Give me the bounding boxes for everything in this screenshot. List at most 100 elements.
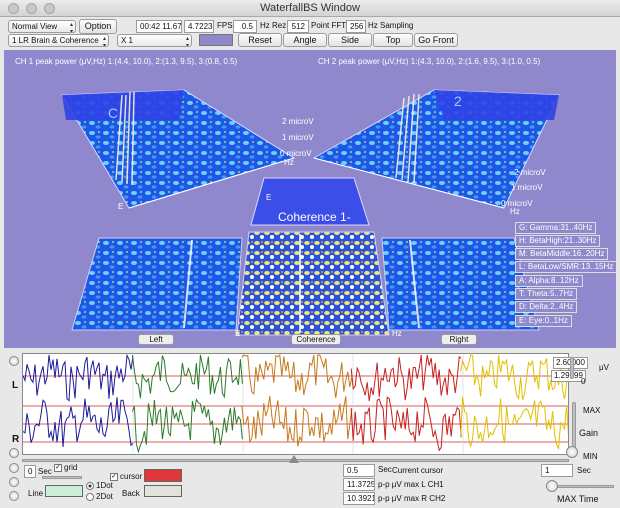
ch1-marker: C	[108, 105, 118, 121]
montage-mode-select[interactable]: 1 LR Brain & Coherence	[8, 34, 109, 47]
band-theta: T: Theta:5..7Hz	[515, 288, 578, 300]
left-scale-2: 2 microV	[282, 117, 314, 126]
gain-slider-knob[interactable]	[566, 446, 578, 458]
eeg-trace-ch1-seg2	[131, 354, 243, 399]
gain-max-label: MAX	[583, 406, 601, 415]
eeg-trace-ch1-seg4	[350, 354, 462, 402]
left-row-knob-2[interactable]	[9, 477, 19, 487]
radio-1dot-icon[interactable]	[86, 481, 94, 490]
fft-label: Point FFT	[311, 21, 347, 30]
window-title: WaterfallBS Window	[260, 2, 360, 14]
ch2-marker: 2	[454, 93, 462, 109]
left-lower-knob[interactable]	[9, 448, 19, 458]
band-beta-low: L: BetaLow/SMR:13..15Hz	[515, 261, 616, 273]
scale-unit: μV	[599, 363, 609, 372]
sampling-label: Hz Sampling	[368, 21, 414, 30]
window-titlebar: WaterfallBS Window	[0, 0, 620, 17]
pp-right-value: 10.3921	[343, 492, 375, 505]
eeg-trace-ch2-seg1	[23, 397, 134, 448]
hz-label-right: Hz	[510, 207, 520, 216]
pp-left-value: 11.3725	[343, 478, 375, 491]
fps-value: 4.72233	[184, 20, 214, 33]
zoom-window-icon[interactable]	[44, 3, 55, 14]
right-panel-label: Right	[441, 334, 477, 345]
minimize-window-icon[interactable]	[26, 3, 37, 14]
band-alpha: A: Alpha:8..12Hz	[515, 275, 583, 287]
fft-points-input[interactable]: 512	[287, 20, 309, 33]
eeg-trace-ch2-seg2	[131, 398, 243, 454]
ch2-peak-title: CH 2 peak power (μV,Hz) 1:(4.3, 10.0), 2…	[318, 57, 541, 66]
band-beta-high: H: BetaHigh:21..30Hz	[515, 235, 601, 247]
cursor-time-input[interactable]: 0.5	[343, 464, 375, 477]
e-marker-left: E	[118, 202, 124, 211]
top-button[interactable]: Top	[373, 33, 413, 47]
view-mode-select[interactable]: Normal View	[8, 20, 76, 33]
line-label: Line	[28, 489, 44, 498]
back-label: Back	[122, 489, 140, 498]
pp-right-label: p-p μV max R CH2	[378, 494, 446, 503]
radio-1dot[interactable]: 1Dot	[86, 481, 113, 491]
scale-slider[interactable]	[570, 357, 574, 379]
band-beta-middle: M: BetaMiddle:16..20Hz	[515, 248, 609, 260]
coherence-title: Coherence 1-	[278, 210, 351, 224]
left-row-knob-1[interactable]	[9, 463, 19, 473]
back-color-swatch[interactable]	[144, 485, 182, 497]
wave-label-right: R	[12, 434, 20, 445]
cursor-sec-label: Sec	[378, 465, 392, 474]
hz-label-coherence: Hz	[392, 329, 402, 338]
band-delta: D: Delta:2..4Hz	[515, 301, 578, 313]
left-scale-1: 1 microV	[282, 133, 314, 142]
hz-rez-label: Hz Rez	[260, 21, 287, 30]
pp-left-label: p-p μV max L CH1	[378, 480, 444, 489]
close-window-icon[interactable]	[8, 3, 19, 14]
angle-button[interactable]: Angle	[283, 33, 327, 47]
current-cursor-label: Current cursor	[392, 466, 444, 475]
cursor-color-swatch[interactable]	[144, 469, 182, 482]
coherence-panel-label: Coherence	[291, 334, 341, 345]
go-front-button[interactable]: Go Front	[414, 33, 458, 47]
eeg-trace-ch2-seg5	[460, 396, 568, 451]
reset-button[interactable]: Reset	[238, 33, 282, 47]
radio-2dot[interactable]: 2Dot	[86, 492, 113, 502]
e-marker-right: E	[266, 193, 272, 202]
option-button[interactable]: Option	[79, 19, 117, 34]
time-readout: 00:42 11.679	[136, 20, 182, 33]
dot2-label: 2Dot	[96, 492, 113, 501]
dot1-label: 1Dot	[96, 481, 113, 490]
coherence-floor-panel	[236, 231, 390, 336]
grid-slider[interactable]	[42, 476, 82, 479]
eeg-trace-ch1-seg3	[241, 354, 353, 399]
eeg-trace-ch1-seg1	[23, 354, 134, 402]
left-floor-panel	[71, 237, 243, 331]
gain-label: Gain	[579, 428, 599, 438]
right-scale-1: 1 microV	[511, 183, 543, 192]
band-gamma: G: Gamma:31..40Hz	[515, 222, 597, 234]
waveform-panel[interactable]	[22, 353, 569, 455]
radio-2dot-icon[interactable]	[86, 492, 94, 501]
cursor-checkbox[interactable]: ✓ cursor	[110, 472, 142, 482]
left-row-knob-3[interactable]	[9, 491, 19, 501]
cursor-check-icon[interactable]: ✓	[110, 472, 118, 481]
hz-rez-input[interactable]: 0.5	[233, 20, 257, 33]
right-scale-2: 2 microV	[514, 168, 546, 177]
gain-min-label: MIN	[583, 452, 598, 461]
cursor-label: cursor	[120, 472, 143, 481]
grid-check-icon[interactable]: ✓	[54, 463, 62, 472]
ch1-peak-title: CH 1 peak power (μV,Hz) 1:(4.4, 10.0), 2…	[15, 57, 238, 66]
line-color-swatch[interactable]	[45, 485, 83, 497]
e-marker-coherence: E	[235, 329, 241, 338]
side-button[interactable]: Side	[328, 33, 372, 47]
max-time-sec-label: Sec	[577, 466, 591, 475]
sec-input[interactable]: 0	[24, 465, 36, 478]
eeg-trace-ch2-seg3	[241, 396, 353, 447]
background-color-swatch[interactable]	[199, 34, 233, 46]
grid-checkbox[interactable]: ✓ grid	[54, 463, 77, 473]
waveform-canvas	[23, 354, 568, 454]
time-cursor-handle[interactable]	[289, 455, 299, 463]
max-time-slider-knob[interactable]	[546, 480, 558, 492]
spectrum-3d-view[interactable]: C 2 Coherence 1- CH 1 peak power (μV,Hz)…	[4, 50, 616, 348]
zoom-select[interactable]: X 1	[117, 34, 192, 47]
max-time-input[interactable]: 1	[541, 464, 573, 477]
sampling-input[interactable]: 256	[346, 20, 366, 33]
left-scroll-knob[interactable]	[9, 356, 19, 366]
